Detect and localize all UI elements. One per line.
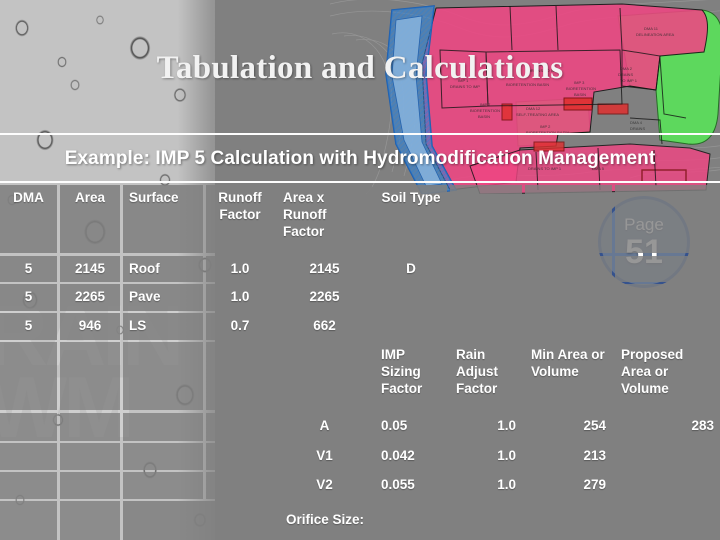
table-row: 946 (60, 313, 120, 340)
table-row: 2145 (277, 256, 372, 282)
table-row (0, 413, 57, 441)
svg-text:DMA 12: DMA 12 (526, 106, 541, 111)
table-row: 2265 (60, 284, 120, 311)
table-row: 1.0 (450, 443, 522, 470)
table-row (615, 313, 720, 340)
table-top-header-blank-1 (450, 185, 522, 253)
orifice-row-blank-1 (0, 501, 57, 540)
table-row (0, 443, 57, 470)
table-row (525, 313, 612, 340)
table-row (375, 284, 447, 311)
svg-text:DRAINS: DRAINS (630, 126, 645, 131)
svg-text:BASIN: BASIN (574, 92, 586, 97)
table-row (123, 443, 203, 470)
table-row: 0.055 (375, 472, 447, 499)
table-bottom-header-blank-4 (206, 342, 274, 410)
table-bottom-header-imp-sizing: IMP Sizing Factor (375, 342, 447, 410)
table-bottom-header-blank-2 (60, 342, 120, 410)
table-top-header-blank-3 (615, 185, 720, 253)
table-row (60, 443, 120, 470)
table-row (0, 472, 57, 499)
table-row: 5 (0, 313, 57, 340)
table-row (60, 472, 120, 499)
table-row: LS (123, 313, 203, 340)
table-row: 0.05 (375, 413, 447, 441)
table-row: 254 (525, 413, 612, 441)
table-row (450, 313, 522, 340)
table-row: 5 (0, 256, 57, 282)
table-top-header-dma: DMA (0, 185, 57, 253)
table-bottom-header-blank-3 (123, 342, 203, 410)
table-row: V2 (277, 472, 372, 499)
table-bottom-header-proposed-area: Proposed Area or Volume (615, 342, 720, 410)
table-row (206, 413, 274, 441)
slide-canvas: RAIN WM (0, 0, 720, 540)
table-row (615, 443, 720, 470)
table-row (60, 413, 120, 441)
slide-title: Tabulation and Calculations (156, 50, 564, 86)
table-row: 1.0 (450, 413, 522, 441)
table-row: Roof (123, 256, 203, 282)
table-row: 0.7 (206, 313, 274, 340)
table-row (450, 284, 522, 311)
table-row: V1 (277, 443, 372, 470)
svg-text:DMA 4: DMA 4 (630, 120, 643, 125)
table-row: 662 (277, 313, 372, 340)
table-row (206, 443, 274, 470)
orifice-row-blank-3 (615, 501, 720, 540)
svg-text:SELF-TREATING AREA: SELF-TREATING AREA (516, 112, 559, 117)
table-row (615, 256, 720, 282)
table-row (206, 472, 274, 499)
table-row: 279 (525, 472, 612, 499)
table-row: A (277, 413, 372, 441)
table-row (615, 284, 720, 311)
svg-text:BASIN: BASIN (478, 114, 490, 119)
table-row: Pave (123, 284, 203, 311)
table-row: 1.0 (450, 472, 522, 499)
svg-text:DMA 11: DMA 11 (644, 26, 659, 31)
orifice-size-label: Orifice Size: (123, 501, 612, 540)
table-row (450, 256, 522, 282)
svg-text:BIORETENTION: BIORETENTION (470, 108, 500, 113)
table-top-header-surface: Surface (123, 185, 203, 253)
table-row: 0.042 (375, 443, 447, 470)
table-bottom-header-blank-5 (277, 342, 372, 410)
table-top-header-area: Area (60, 185, 120, 253)
table-row: 1.0 (206, 256, 274, 282)
table-row: D (375, 256, 447, 282)
table-top-header-runoff-factor: Runoff Factor (206, 185, 274, 253)
table-row (525, 256, 612, 282)
calculation-tables: DMA Area Surface Runoff Factor Area x Ru… (0, 185, 720, 540)
table-bottom-header-rain-adjust: Rain Adjust Factor (450, 342, 522, 410)
table-row: 2265 (277, 284, 372, 311)
table-row: 1.0 (206, 284, 274, 311)
table-row (525, 284, 612, 311)
svg-text:DELINEATION AREA: DELINEATION AREA (636, 32, 674, 37)
table-top-header-area-x-runoff: Area x Runoff Factor (277, 185, 372, 253)
divider-top (0, 133, 720, 135)
table-row: 2145 (60, 256, 120, 282)
table-row (375, 313, 447, 340)
divider-bottom (0, 181, 720, 183)
table-row (123, 413, 203, 441)
svg-text:IMP 2: IMP 2 (540, 124, 551, 129)
table-top-header-blank-2 (525, 185, 612, 253)
table-bottom-header-min-area: Min Area or Volume (525, 342, 612, 410)
table-bottom-header-blank-1 (0, 342, 57, 410)
table-row: 283 (615, 413, 720, 441)
table-row (615, 472, 720, 499)
svg-text:IMP 7: IMP 7 (480, 102, 491, 107)
table-top-header-soil-type: Soil Type (375, 185, 447, 253)
table-row: 213 (525, 443, 612, 470)
slide-subtitle: Example: IMP 5 Calculation with Hydromod… (64, 148, 656, 169)
table-row (123, 472, 203, 499)
orifice-row-blank-2 (60, 501, 120, 540)
table-row: 5 (0, 284, 57, 311)
